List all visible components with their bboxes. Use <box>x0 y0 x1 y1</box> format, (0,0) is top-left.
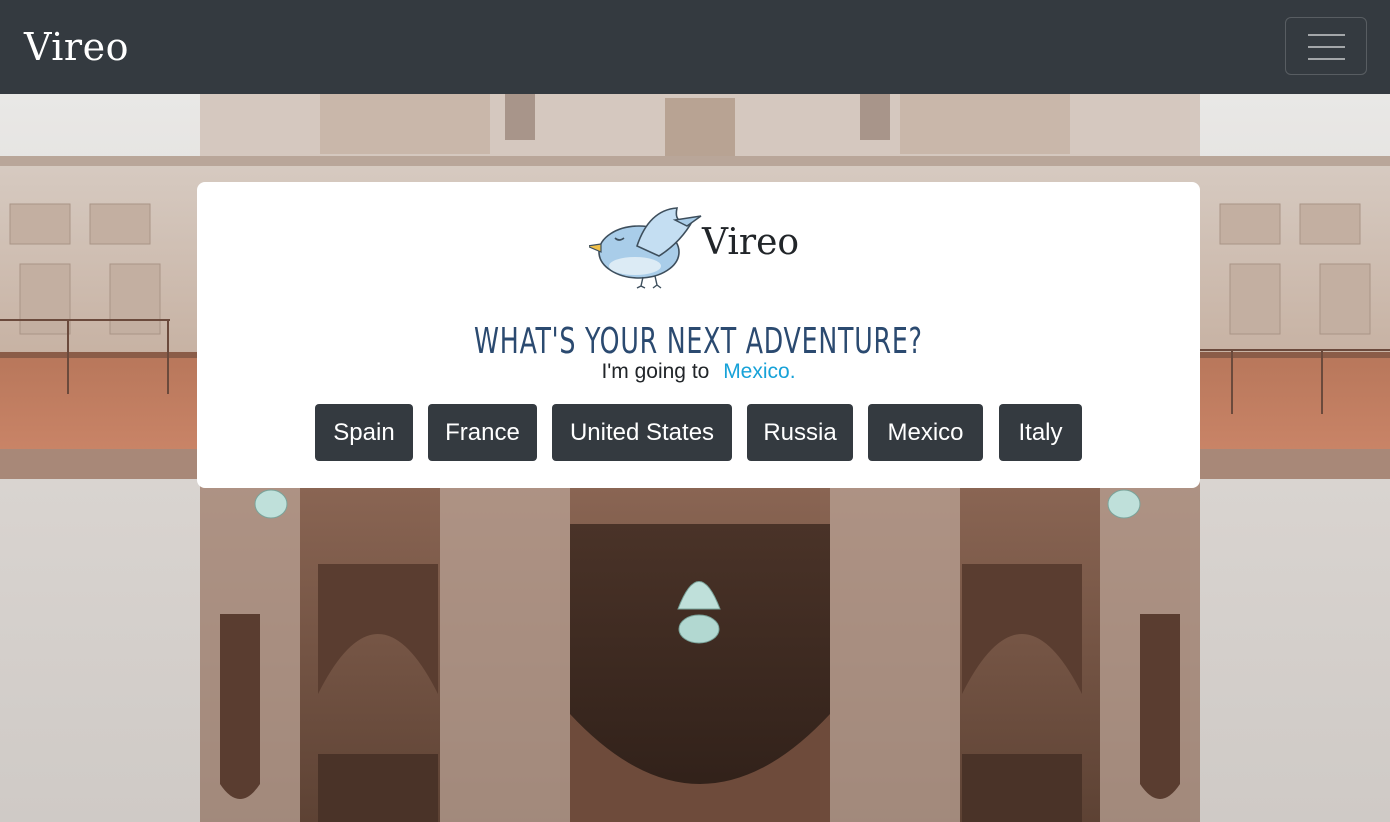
destination-card: Vireo WHAT'S YOUR NEXT ADVENTURE? I'm go… <box>197 182 1200 488</box>
country-button-russia[interactable]: Russia <box>747 404 853 461</box>
hamburger-menu-icon <box>1308 34 1345 60</box>
navbar-toggle-button[interactable] <box>1285 17 1367 75</box>
selected-destination: Mexico. <box>723 360 796 383</box>
country-button-spain[interactable]: Spain <box>315 404 413 461</box>
country-button-united-states[interactable]: United States <box>552 404 732 461</box>
destination-sentence: I'm going to Mexico. <box>197 358 1200 386</box>
destination-prefix: I'm going to <box>601 360 710 383</box>
country-button-mexico[interactable]: Mexico <box>868 404 983 461</box>
country-button-italy[interactable]: Italy <box>999 404 1082 461</box>
navbar: Vireo <box>0 0 1390 94</box>
logo-wordmark: Vireo <box>702 222 800 263</box>
country-button-france[interactable]: France <box>428 404 537 461</box>
brand-logo-link[interactable]: Vireo <box>24 22 129 72</box>
